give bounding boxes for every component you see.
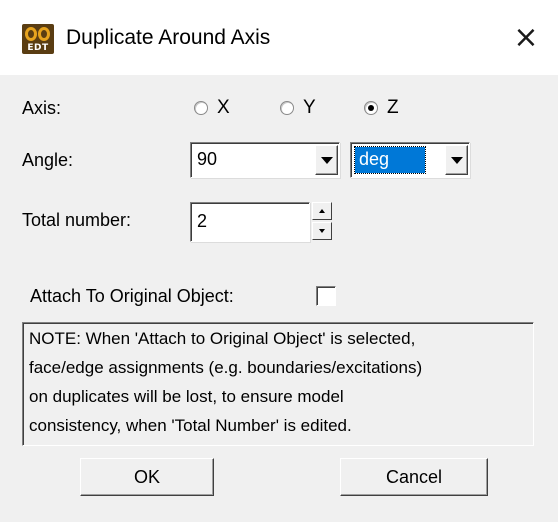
- spin-up-button[interactable]: [312, 202, 332, 220]
- radio-circle: [364, 101, 378, 115]
- radio-circle: [280, 101, 294, 115]
- app-logo-icon: EDT: [22, 24, 54, 54]
- title-bar: EDT Duplicate Around Axis ×: [0, 0, 558, 75]
- angle-label: Angle:: [22, 150, 74, 170]
- close-icon[interactable]: ×: [508, 20, 544, 56]
- unit-dropdown-button[interactable]: [445, 145, 468, 175]
- ok-button[interactable]: OK: [80, 458, 214, 496]
- axis-radio-z-label: Z: [387, 97, 399, 118]
- angle-dropdown-button[interactable]: [315, 145, 338, 175]
- axis-radio-x-label: X: [217, 97, 230, 118]
- unit-selection: deg: [354, 146, 426, 174]
- spin-up-icon: [319, 209, 325, 213]
- dropdown-arrow-icon: [450, 157, 463, 164]
- attach-label: Attach To Original Object:: [30, 286, 234, 306]
- axis-radio-y[interactable]: Y: [280, 97, 316, 119]
- total-number-label: Total number:: [22, 210, 132, 230]
- attach-checkbox[interactable]: [316, 286, 336, 306]
- radio-selected-dot: [368, 105, 374, 111]
- angle-value: 90: [197, 149, 218, 169]
- total-number-input[interactable]: 2: [190, 202, 310, 242]
- spin-down-button[interactable]: [312, 222, 332, 240]
- axis-radio-y-label: Y: [303, 97, 316, 118]
- angle-combo[interactable]: 90: [190, 142, 340, 178]
- spin-down-icon: [319, 229, 325, 233]
- cancel-button[interactable]: Cancel: [340, 458, 488, 496]
- app-logo-label: EDT: [27, 43, 49, 53]
- window-title: Duplicate Around Axis: [66, 26, 271, 49]
- unit-combo[interactable]: deg: [350, 142, 470, 178]
- unit-value: deg: [359, 149, 390, 169]
- total-number-value: 2: [197, 211, 208, 231]
- axis-radio-x[interactable]: X: [194, 97, 230, 119]
- axis-radio-z[interactable]: Z: [364, 97, 399, 119]
- axis-label: Axis:: [22, 98, 62, 118]
- dropdown-arrow-icon: [320, 157, 333, 164]
- note-line: consistency, when 'Total Number' is edit…: [29, 416, 352, 435]
- note-line: face/edge assignments (e.g. boundaries/e…: [29, 358, 423, 377]
- note-box: NOTE: When 'Attach to Original Object' i…: [22, 322, 534, 446]
- radio-circle: [194, 101, 208, 115]
- dialog-window: EDT Duplicate Around Axis × Axis: X Y Z …: [0, 0, 558, 522]
- note-line: on duplicates will be lost, to ensure mo…: [29, 387, 344, 406]
- note-line: NOTE: When 'Attach to Original Object' i…: [29, 329, 416, 348]
